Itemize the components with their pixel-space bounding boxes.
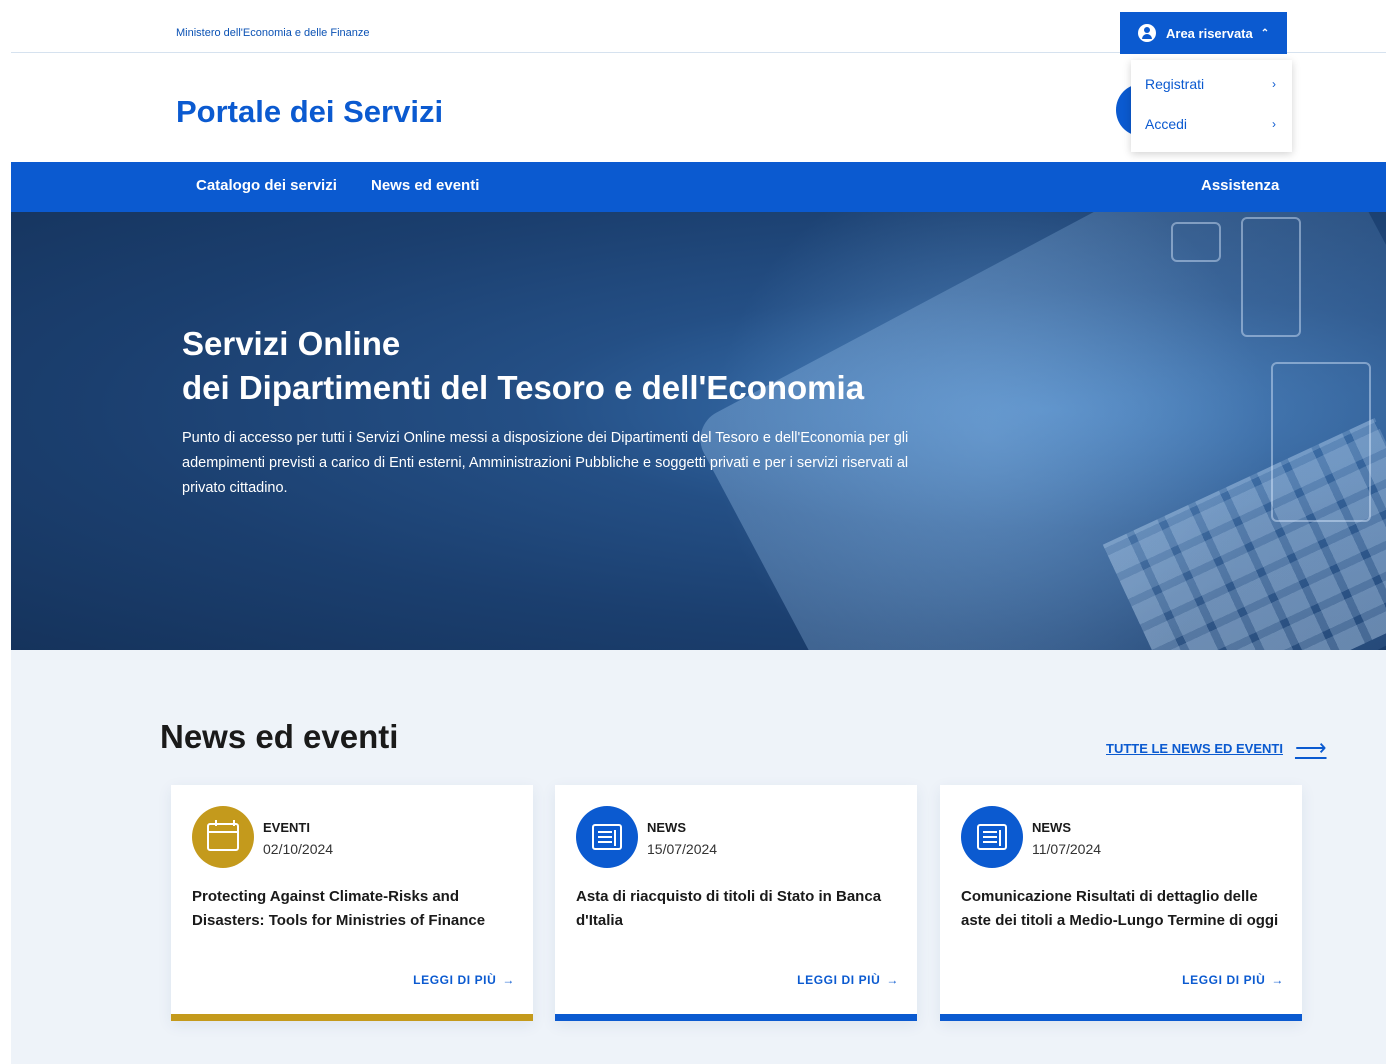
hero-description: Punto di accesso per tutti i Servizi Onl… xyxy=(182,430,909,496)
news-card[interactable]: EVENTI 02/10/2024 Protecting Against Cli… xyxy=(171,785,533,1021)
read-more-label: LEGGI DI PIÙ xyxy=(413,973,497,987)
news-card[interactable]: NEWS 15/07/2024 Asta di riacquisto di ti… xyxy=(555,785,917,1021)
read-more-link[interactable]: LEGGI DI PIÙ → xyxy=(1182,973,1284,987)
hero-title-line2: dei Dipartimenti del Tesoro e dell'Econo… xyxy=(182,369,865,406)
page: Ministero dell'Economia e delle Finanze … xyxy=(0,0,1386,1064)
hero-decor-shape xyxy=(1271,362,1371,522)
hero-decor-shape xyxy=(1171,222,1221,262)
all-news-label: TUTTE LE NEWS ED EVENTI xyxy=(1106,740,1283,756)
chevron-up-icon: ⌃ xyxy=(1260,27,1270,39)
main-nav: Catalogo dei servizi News ed eventi Assi… xyxy=(11,162,1386,212)
arrow-right-icon: → xyxy=(886,973,899,987)
news-section-title: News ed eventi xyxy=(160,718,399,755)
card-date: 11/07/2024 xyxy=(1032,841,1102,857)
card-category: NEWS xyxy=(1032,820,1071,835)
card-category: NEWS xyxy=(647,820,686,835)
area-riservata-button[interactable]: Area riservata ⌃ xyxy=(1120,12,1287,54)
news-icon xyxy=(977,824,1007,850)
card-accent-bar xyxy=(940,1014,1302,1021)
area-riservata-label: Area riservata xyxy=(1166,25,1253,41)
user-icon xyxy=(1138,24,1156,42)
hero-decor-shape xyxy=(1241,217,1301,337)
nav-item-assistenza[interactable]: Assistenza xyxy=(1201,177,1279,194)
hero-banner: Servizi Online dei Dipartimenti del Teso… xyxy=(11,212,1386,650)
hero-title-line1: Servizi Online xyxy=(182,325,401,362)
arrow-right-icon: ⟶ xyxy=(1294,735,1327,760)
chevron-right-icon: › xyxy=(1272,117,1276,131)
dropdown-item-label: Registrati xyxy=(1145,76,1205,92)
chevron-right-icon: › xyxy=(1272,77,1276,91)
card-accent-bar xyxy=(555,1014,917,1021)
card-date: 02/10/2024 xyxy=(263,841,334,857)
area-riservata-dropdown: Registrati › Accedi › xyxy=(1131,60,1292,152)
card-title[interactable]: Protecting Against Climate-Risks and Dis… xyxy=(192,885,512,933)
card-date: 15/07/2024 xyxy=(647,841,718,857)
read-more-link[interactable]: LEGGI DI PIÙ → xyxy=(797,973,899,987)
card-title[interactable]: Comunicazione Risultati di dettaglio del… xyxy=(961,885,1281,933)
ministry-link[interactable]: Ministero dell'Economia e delle Finanze xyxy=(176,27,369,39)
nav-item-news[interactable]: News ed eventi xyxy=(371,177,479,194)
nav-item-catalogo[interactable]: Catalogo dei servizi xyxy=(196,177,337,194)
calendar-icon-badge xyxy=(192,806,254,868)
news-icon xyxy=(592,824,622,850)
card-title[interactable]: Asta di riacquisto di titoli di Stato in… xyxy=(576,885,896,933)
card-accent-bar xyxy=(171,1014,533,1021)
arrow-right-icon: → xyxy=(1271,973,1284,987)
read-more-label: LEGGI DI PIÙ xyxy=(1182,973,1266,987)
news-icon-badge xyxy=(961,806,1023,868)
hero-title: Servizi Online dei Dipartimenti del Teso… xyxy=(182,322,864,410)
all-news-link[interactable]: TUTTE LE NEWS ED EVENTI ⟶ xyxy=(1106,735,1327,761)
read-more-label: LEGGI DI PIÙ xyxy=(797,973,881,987)
news-section: News ed eventi TUTTE LE NEWS ED EVENTI ⟶… xyxy=(11,650,1386,1064)
card-category: EVENTI xyxy=(263,820,310,835)
dropdown-item-accedi[interactable]: Accedi › xyxy=(1131,106,1292,142)
dropdown-item-label: Accedi xyxy=(1145,116,1188,132)
calendar-icon xyxy=(207,820,239,851)
news-icon-badge xyxy=(576,806,638,868)
news-card[interactable]: NEWS 11/07/2024 Comunicazione Risultati … xyxy=(940,785,1302,1021)
portal-title[interactable]: Portale dei Servizi xyxy=(176,94,443,130)
arrow-right-icon: → xyxy=(502,973,515,987)
read-more-link[interactable]: LEGGI DI PIÙ → xyxy=(413,973,515,987)
dropdown-item-registrati[interactable]: Registrati › xyxy=(1131,66,1292,102)
